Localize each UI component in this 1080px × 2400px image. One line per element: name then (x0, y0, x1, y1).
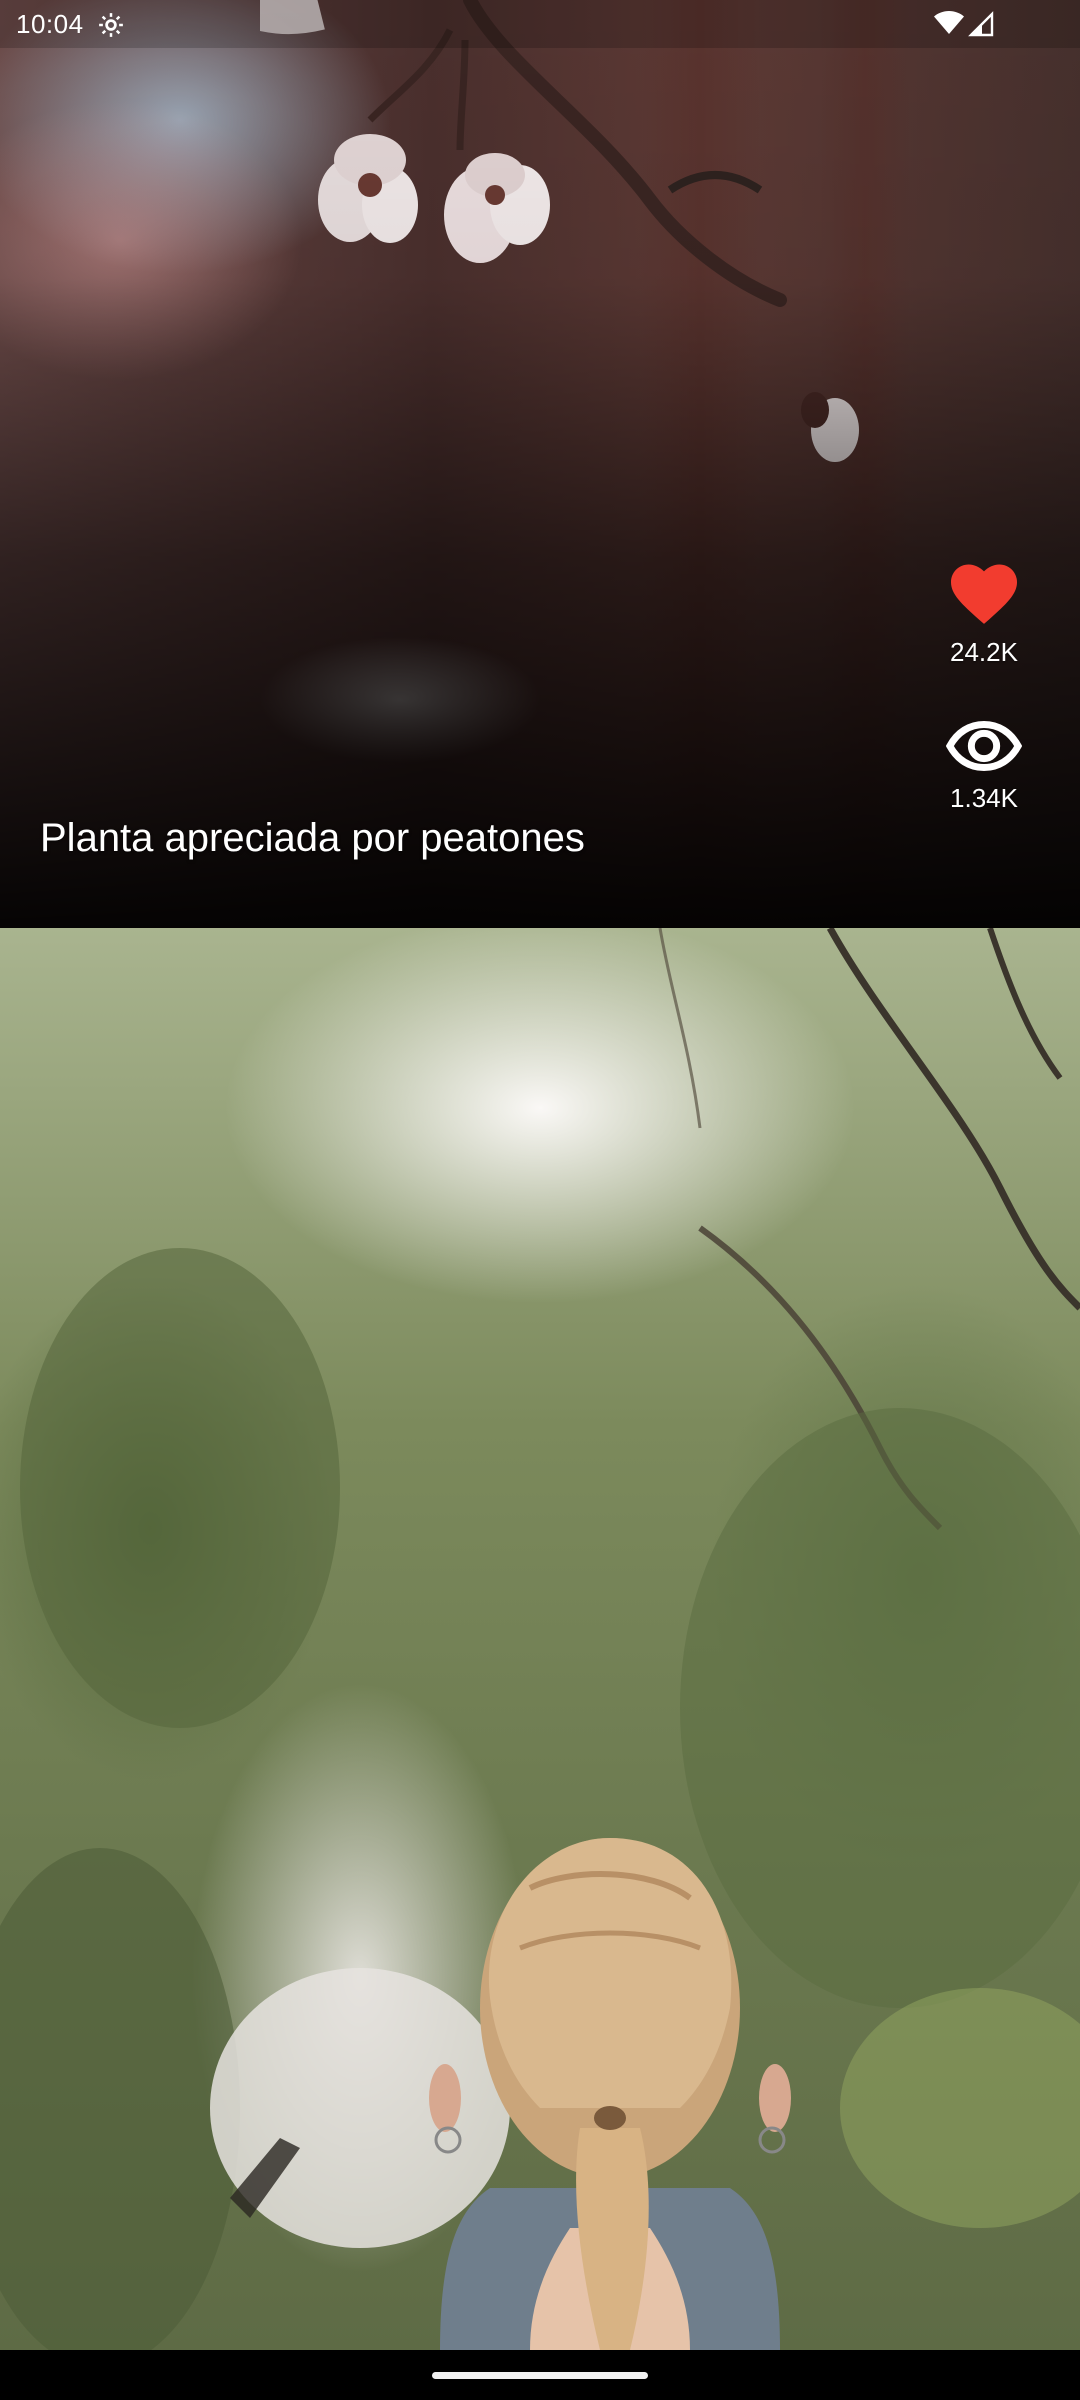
video-card[interactable]: 24.2K 1.34K Planta apreciada por peatone… (0, 0, 1080, 928)
views-count: 1.34K (950, 783, 1018, 813)
like-action[interactable]: 24.2K (919, 560, 1049, 668)
video-card[interactable] (0, 928, 1080, 2350)
heart-icon[interactable] (948, 560, 1020, 626)
video-feed-screen: 10:04 24.2K 1.34K Planta apreciada por p… (0, 0, 1080, 2400)
signal-icon (968, 11, 994, 37)
views-action[interactable]: 1.34K (919, 720, 1049, 814)
person-back-view-image (429, 1838, 791, 2350)
settings-gear-icon (99, 13, 123, 37)
home-gesture-handle[interactable] (432, 2372, 648, 2379)
status-time: 10:04 (16, 9, 84, 39)
video-caption: Planta apreciada por peatones (40, 816, 585, 860)
like-count: 24.2K (950, 637, 1018, 667)
status-bar: 10:04 (0, 0, 1080, 48)
navigation-bar (0, 2350, 1080, 2400)
caption-gradient-overlay (0, 0, 1080, 928)
eye-icon[interactable] (946, 720, 1022, 772)
wifi-icon (934, 11, 964, 34)
